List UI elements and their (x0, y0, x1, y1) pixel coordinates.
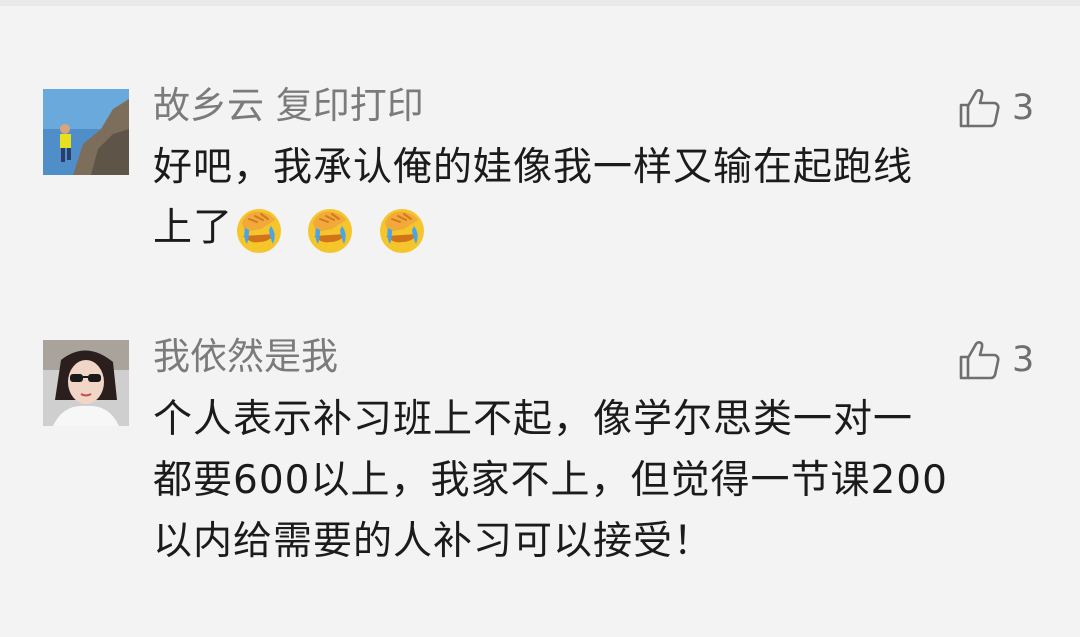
comment-username[interactable]: 故乡云 复印打印 (153, 84, 424, 128)
comment-text-line: 都要600以上，我家不上，但觉得一节课200 (153, 458, 948, 503)
facepalm-cry-emoji (379, 209, 424, 253)
top-divider (0, 0, 1080, 6)
comment-text-line: 个人表示补习班上不起，像学尔思类一对一 (153, 397, 914, 442)
comment-username[interactable]: 我依然是我 (153, 335, 338, 379)
comment-text-line: 好吧，我承认俺的娃像我一样又输在起跑线 (153, 145, 914, 190)
comment-text-line: 上了 (153, 204, 434, 256)
like-count: 3 (1012, 340, 1035, 380)
facepalm-cry-emoji (237, 209, 282, 253)
thumbs-up-icon (959, 89, 1000, 128)
comment-text-fragment: 上了 (153, 205, 234, 251)
avatar[interactable] (43, 89, 129, 175)
like-button[interactable]: 3 (958, 336, 1038, 384)
like-button[interactable]: 3 (958, 84, 1038, 132)
like-count: 3 (1012, 88, 1035, 128)
comment-text-line: 以内给需要的人补习可以接受！ (153, 519, 714, 564)
avatar[interactable] (43, 340, 129, 426)
facepalm-cry-emoji (308, 209, 353, 253)
thumbs-up-icon (959, 341, 1000, 380)
emoji-group (233, 204, 434, 256)
